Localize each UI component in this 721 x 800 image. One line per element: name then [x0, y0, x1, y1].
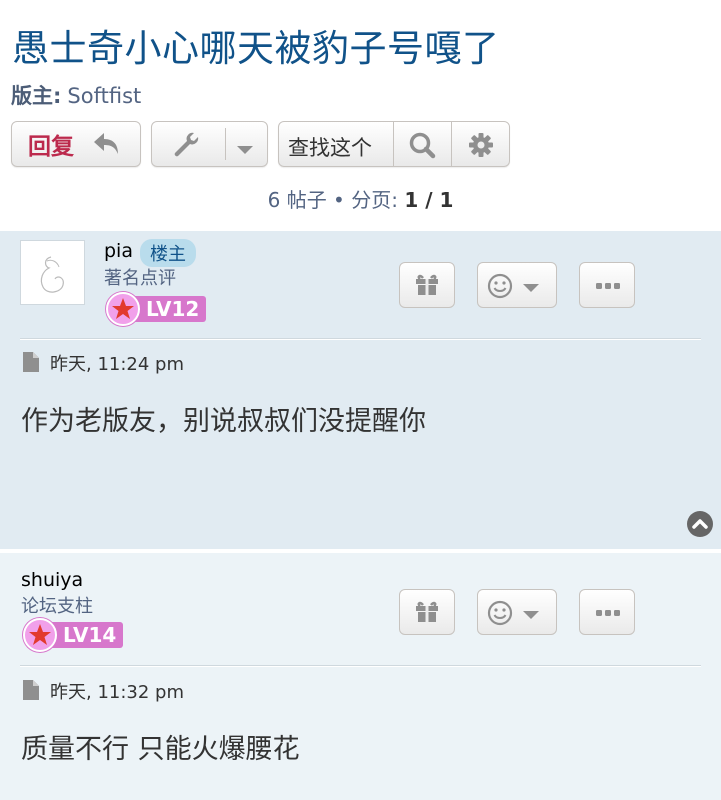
search-separator	[451, 122, 452, 166]
gift-button[interactable]	[399, 262, 455, 308]
search-icon[interactable]	[408, 131, 436, 163]
more-options-button[interactable]	[579, 589, 635, 635]
gift-icon	[416, 601, 438, 622]
pagination-total: 1	[439, 188, 454, 212]
document-icon	[22, 351, 40, 378]
avatar[interactable]	[20, 240, 85, 305]
level-badge: LV14	[23, 618, 133, 652]
user-rank: 著名点评	[104, 268, 176, 289]
post: pia 楼主 著名点评 LV12 昨天, 11:24 pm 作为老版友，别说叔叔…	[0, 231, 721, 549]
post-divider	[20, 339, 701, 340]
username[interactable]: pia	[104, 240, 133, 262]
pagination-current: 1	[404, 188, 419, 212]
post-time-text: 昨天, 11:32 pm	[50, 682, 184, 703]
reaction-button[interactable]	[477, 589, 557, 635]
gear-icon[interactable]	[468, 132, 494, 162]
smiley-icon	[487, 600, 513, 626]
post-time[interactable]: 昨天, 11:24 pm	[22, 350, 184, 378]
chevron-down-icon[interactable]	[236, 140, 254, 159]
wrench-icon	[172, 131, 200, 163]
level-badge: LV12	[106, 292, 216, 326]
author-badge: 楼主	[140, 239, 196, 267]
pagination-prefix: 6 帖子 • 分页:	[267, 188, 405, 212]
topic-tools-button[interactable]	[151, 121, 268, 167]
more-options-button[interactable]	[579, 262, 635, 308]
more-icon	[596, 610, 620, 616]
star-icon	[106, 292, 140, 326]
more-icon	[596, 283, 620, 289]
moderator-name[interactable]: Softfist	[67, 84, 141, 108]
back-to-top-icon[interactable]	[687, 511, 713, 537]
button-separator	[225, 128, 226, 160]
smiley-icon	[487, 273, 513, 299]
document-icon	[22, 679, 40, 706]
reply-arrow-icon	[92, 131, 122, 161]
chevron-down-icon	[523, 284, 539, 292]
reply-label: 回复	[28, 134, 74, 160]
search-separator	[393, 122, 394, 166]
gift-button[interactable]	[399, 589, 455, 635]
search-input[interactable]: 查找这个	[288, 132, 372, 162]
chevron-down-icon	[523, 611, 539, 619]
post-time-text: 昨天, 11:24 pm	[50, 354, 184, 375]
pagination-separator: /	[418, 188, 440, 212]
gift-icon	[416, 274, 438, 295]
reply-button[interactable]: 回复	[11, 121, 141, 167]
moderator-line: 版主: Softfist	[11, 80, 141, 110]
post-content: 质量不行 只能火爆腰花	[21, 734, 300, 765]
star-icon	[23, 618, 57, 652]
username[interactable]: shuiya	[21, 569, 83, 591]
topic-title[interactable]: 愚士奇小心哪天被豹子号嘎了	[12, 18, 500, 72]
user-rank: 论坛支柱	[21, 596, 93, 617]
post-divider	[20, 666, 701, 667]
post-content: 作为老版友，别说叔叔们没提醒你	[21, 406, 426, 437]
post-time[interactable]: 昨天, 11:32 pm	[22, 678, 184, 706]
reaction-button[interactable]	[477, 262, 557, 308]
search-box: 查找这个	[278, 121, 510, 167]
pagination-summary: 6 帖子 • 分页: 1 / 1	[0, 184, 721, 213]
moderator-label: 版主:	[11, 84, 62, 108]
post: shuiya 论坛支柱 LV14 昨天, 11:32 pm 质量不行 只能火爆腰…	[0, 553, 721, 800]
